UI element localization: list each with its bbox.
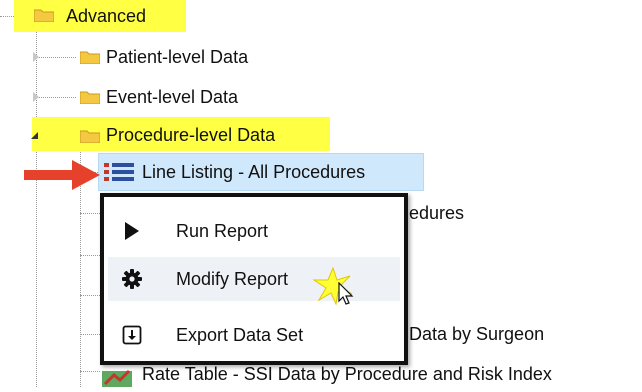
tree-line-child-2 <box>80 213 100 214</box>
tree-item-line-listing-label: Line Listing - All Procedures <box>142 162 366 182</box>
menu-item-label: Run Report <box>176 221 269 241</box>
gear-icon <box>122 269 142 289</box>
tree-item-procedure-level[interactable]: Procedure-level Data <box>106 124 275 146</box>
tree-item-advanced[interactable]: Advanced <box>66 5 146 27</box>
tree-item-rate-table-ssi[interactable]: Rate Table - SSI Data by Procedure and R… <box>142 363 552 385</box>
expand-arrow-icon[interactable] <box>33 92 39 102</box>
rate-table-icon <box>102 366 132 387</box>
menu-item-run-report[interactable]: Run Report <box>108 209 400 253</box>
tree-item-patient-level[interactable]: Patient-level Data <box>106 46 248 68</box>
tree-line-child-5 <box>80 334 100 335</box>
mouse-cursor-icon <box>338 281 354 306</box>
tree-line-child-4 <box>80 295 100 296</box>
tree-item-partial-2[interactable]: Data by Surgeon <box>409 323 544 345</box>
tree-line-patient <box>36 57 76 58</box>
tree-line-event <box>36 97 76 98</box>
annotation-arrow-icon <box>22 160 102 190</box>
menu-item-label: Export Data Set <box>176 325 304 345</box>
tree-item-partial-1[interactable]: edures <box>409 202 464 224</box>
tree-line-root <box>36 16 37 387</box>
tree-item-event-level[interactable]: Event-level Data <box>106 86 238 108</box>
folder-icon <box>79 50 101 65</box>
collapse-arrow-icon[interactable] <box>31 132 38 139</box>
play-icon <box>122 221 142 241</box>
folder-icon <box>33 8 55 23</box>
menu-item-modify-report[interactable]: Modify Report <box>108 257 400 301</box>
expand-arrow-icon[interactable] <box>33 52 39 62</box>
tree-line-child-3 <box>80 255 100 256</box>
context-menu: Run Report Modify Report Export Data Set <box>100 193 408 365</box>
menu-item-export-data-set[interactable]: Export Data Set <box>108 313 400 357</box>
export-icon <box>122 325 142 345</box>
folder-icon <box>79 90 101 105</box>
menu-item-label: Modify Report <box>176 269 289 289</box>
line-listing-icon <box>104 163 134 181</box>
tree-line-child-6 <box>80 371 100 372</box>
folder-icon <box>79 129 101 144</box>
